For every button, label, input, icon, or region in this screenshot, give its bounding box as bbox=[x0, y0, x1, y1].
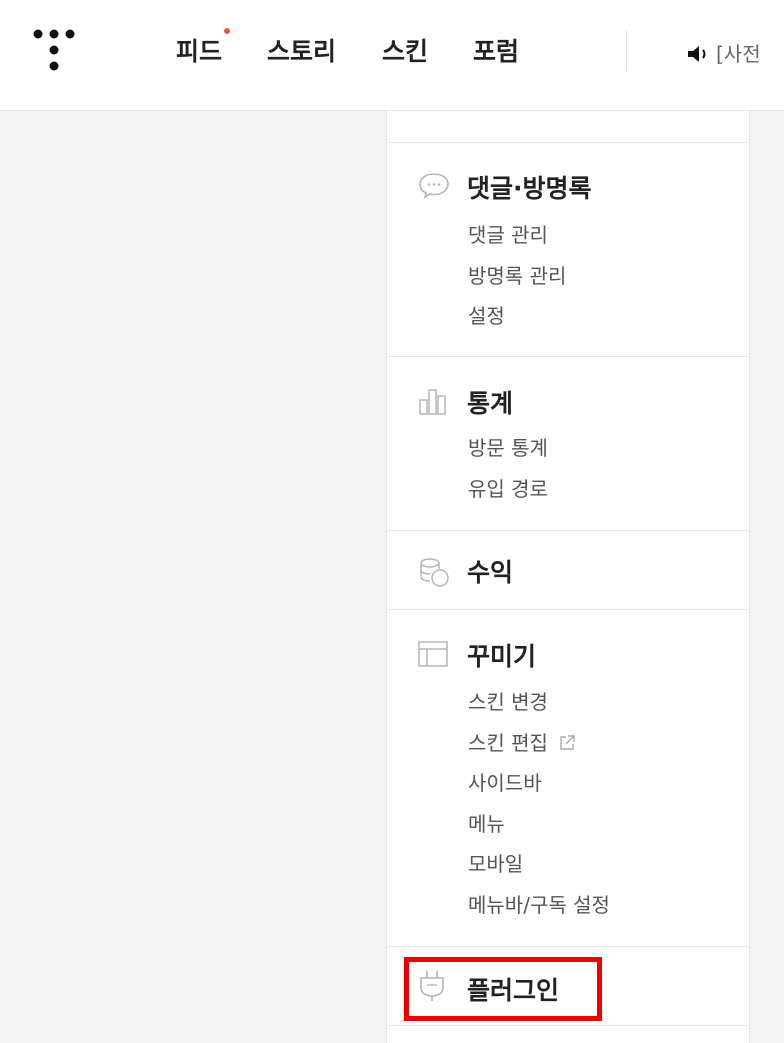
menu-referrer-stats[interactable]: 유입 경로 bbox=[468, 473, 548, 502]
menu-guestbook-manage[interactable]: 방명록 관리 bbox=[468, 260, 566, 289]
nav-story[interactable]: 스토리 bbox=[267, 32, 336, 68]
notice-text: [사전 bbox=[716, 42, 761, 66]
notice-banner[interactable]: [사전 bbox=[686, 38, 761, 67]
section-comments: 댓글·방명록 댓글 관리 방명록 관리 설정 bbox=[387, 142, 749, 357]
menu-visit-stats[interactable]: 방문 통계 bbox=[468, 432, 548, 461]
nav-skin[interactable]: 스킨 bbox=[382, 32, 428, 68]
section-statistics: 통계 방문 통계 유입 경로 bbox=[387, 356, 749, 531]
external-link-icon bbox=[560, 735, 576, 750]
menu-menu[interactable]: 메뉴 bbox=[468, 808, 505, 837]
section-title-comments[interactable]: 댓글·방명록 bbox=[467, 169, 592, 205]
nav-story-label: 스토리 bbox=[267, 37, 337, 66]
speech-bubble-icon bbox=[419, 173, 449, 199]
highlight-box bbox=[404, 957, 602, 1021]
admin-sidebar: 댓글·방명록 댓글 관리 방명록 관리 설정 통계 방문 통계 유입 경로 수익 bbox=[386, 111, 750, 1043]
speaker-icon bbox=[688, 46, 706, 62]
section-title-revenue[interactable]: 수익 bbox=[467, 553, 513, 589]
section-title-statistics[interactable]: 통계 bbox=[467, 384, 513, 420]
menu-menubar-subscribe[interactable]: 메뉴바/구독 설정 bbox=[468, 889, 610, 918]
menu-mobile[interactable]: 모바일 bbox=[468, 848, 523, 877]
nav-divider bbox=[626, 30, 627, 70]
menu-sidebar[interactable]: 사이드바 bbox=[468, 767, 542, 796]
nav-skin-label: 스킨 bbox=[382, 37, 429, 66]
menu-change-skin[interactable]: 스킨 변경 bbox=[468, 686, 548, 715]
layout-icon bbox=[418, 641, 448, 667]
nav-forum-label: 포럼 bbox=[473, 37, 520, 66]
menu-comment-manage[interactable]: 댓글 관리 bbox=[468, 219, 548, 248]
bar-chart-icon bbox=[419, 389, 446, 415]
menu-edit-skin[interactable]: 스킨 편집 bbox=[468, 727, 576, 756]
nav-forum[interactable]: 포럼 bbox=[473, 32, 519, 68]
nav-feed[interactable]: 피드 bbox=[176, 28, 231, 68]
top-bar: 피드 스토리 스킨 포럼 [사전 bbox=[0, 0, 784, 111]
section-title-customize[interactable]: 꾸미기 bbox=[467, 637, 536, 673]
section-customize: 꾸미기 스킨 변경 스킨 편집 사이드바 메뉴 모바일 메뉴바/구독 설정 bbox=[387, 610, 749, 947]
nav-feed-label: 피드 bbox=[176, 37, 223, 66]
coins-icon bbox=[420, 558, 449, 587]
tistory-logo-icon[interactable] bbox=[30, 28, 80, 74]
menu-edit-skin-label: 스킨 편집 bbox=[468, 731, 548, 755]
section-revenue: 수익 bbox=[387, 531, 749, 610]
menu-comment-settings[interactable]: 설정 bbox=[468, 300, 505, 329]
new-indicator-dot bbox=[224, 28, 231, 34]
